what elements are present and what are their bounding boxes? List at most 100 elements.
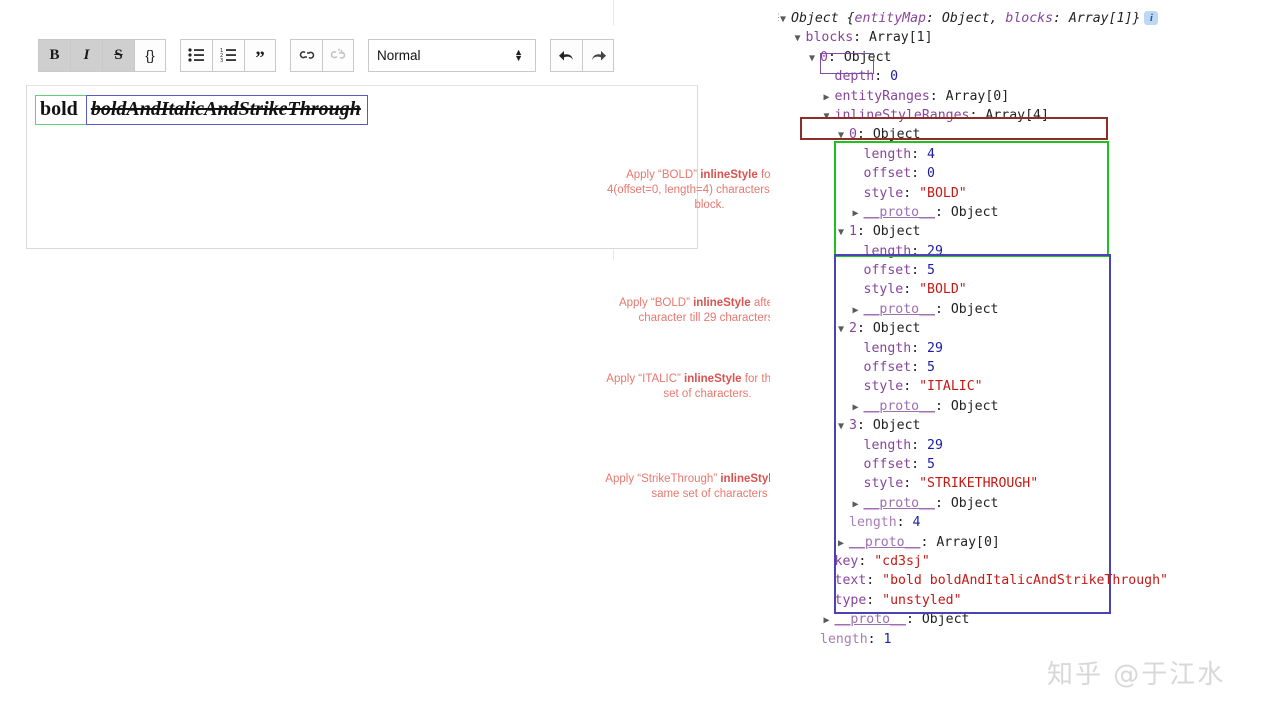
tree-row[interactable]: ▼ 3: Object bbox=[770, 416, 1280, 435]
tree-row[interactable]: ▶ __proto__: Object bbox=[770, 203, 1280, 222]
text-segment-bold: bold bbox=[35, 95, 87, 125]
tree-row[interactable]: length: 1 bbox=[770, 630, 1280, 649]
tree-row[interactable]: ▶ __proto__: Object bbox=[770, 300, 1280, 319]
disclosure-triangle-closed-icon[interactable]: ▶ bbox=[838, 534, 849, 553]
tree-row[interactable]: length: 4 bbox=[770, 513, 1280, 532]
tree-row[interactable]: ▼ 0: Object bbox=[770, 125, 1280, 144]
tree-row-key: style bbox=[863, 282, 904, 298]
tree-row-key: length bbox=[863, 437, 912, 453]
undo-button[interactable] bbox=[550, 38, 582, 72]
redo-button[interactable] bbox=[582, 38, 614, 72]
italic-icon: I bbox=[83, 46, 90, 63]
annotation-emphasis: inlineStyle bbox=[684, 373, 742, 385]
tree-row-key: key bbox=[834, 553, 859, 569]
disclosure-triangle-open-icon[interactable]: ▼ bbox=[838, 126, 849, 145]
tree-row[interactable]: style: "BOLD" bbox=[770, 280, 1280, 299]
strikethrough-button[interactable]: S bbox=[102, 38, 134, 72]
disclosure-triangle-open-icon[interactable]: ▼ bbox=[780, 10, 791, 29]
tree-row-key: length bbox=[863, 243, 912, 259]
tree-row[interactable]: length: 4 bbox=[770, 145, 1280, 164]
tree-row[interactable]: ▶ __proto__: Object bbox=[770, 397, 1280, 416]
tree-row[interactable]: type: "unstyled" bbox=[770, 591, 1280, 610]
tree-row-key: style bbox=[863, 476, 904, 492]
tree-row-key: 3 bbox=[849, 418, 857, 434]
quote-icon: ” bbox=[255, 48, 265, 70]
tree-row-value: 5 bbox=[927, 456, 935, 472]
tree-row[interactable]: ▶ __proto__: Object bbox=[770, 494, 1280, 513]
chevron-updown-icon: ▲ ▼ bbox=[514, 47, 523, 63]
disclosure-triangle-open-icon[interactable]: ▼ bbox=[838, 417, 849, 436]
tree-row-key: __proto__ bbox=[863, 398, 935, 414]
link-broken-icon bbox=[329, 48, 347, 62]
disclosure-triangle-open-icon[interactable]: ▼ bbox=[795, 29, 806, 48]
tree-row[interactable]: depth: 0 bbox=[770, 67, 1280, 86]
disclosure-triangle-open-icon[interactable]: ▼ bbox=[809, 49, 820, 68]
italic-button[interactable]: I bbox=[70, 38, 102, 72]
tree-row[interactable]: text: "bold boldAndItalicAndStrikeThroug… bbox=[770, 571, 1280, 590]
bold-button[interactable]: B bbox=[38, 38, 70, 72]
block-type-select[interactable]: Normal ▲ ▼ bbox=[368, 38, 536, 72]
tree-row[interactable]: ▼ 0: Object bbox=[770, 48, 1280, 67]
tree-row[interactable]: style: "ITALIC" bbox=[770, 377, 1280, 396]
tree-row-value: 4 bbox=[927, 146, 935, 162]
tree-row-key: length bbox=[820, 631, 868, 647]
tree-row[interactable]: offset: 5 bbox=[770, 358, 1280, 377]
tree-row[interactable]: ▶ entityRanges: Array[0] bbox=[770, 87, 1280, 106]
code-braces-icon: {} bbox=[145, 47, 155, 63]
add-link-button[interactable] bbox=[290, 38, 322, 72]
tree-row-value: 5 bbox=[927, 360, 935, 376]
tree-row-value: Array[1] bbox=[869, 30, 933, 46]
tree-row[interactable]: ▼ 2: Object bbox=[770, 319, 1280, 338]
editor-content-area[interactable]: bold boldAndItalicAndStrikeThrough bbox=[27, 87, 697, 248]
code-button[interactable]: {} bbox=[134, 38, 166, 72]
tree-row[interactable]: ▼ 1: Object bbox=[770, 222, 1280, 241]
tree-row[interactable]: style: "STRIKETHROUGH" bbox=[770, 474, 1280, 493]
disclosure-triangle-open-icon[interactable]: ▼ bbox=[838, 223, 849, 242]
list-numbered-icon: 1 2 3 bbox=[220, 48, 237, 62]
tree-row[interactable]: ▼ inlineStyleRanges: Array[4] bbox=[770, 106, 1280, 125]
tree-row[interactable]: offset: 0 bbox=[770, 164, 1280, 183]
tree-row[interactable]: offset: 5 bbox=[770, 455, 1280, 474]
devtools-object-inspector[interactable]: ⋮ ▼ Object {entityMap: Object, blocks: Ar… bbox=[770, 0, 1280, 719]
blockquote-button[interactable]: ” bbox=[244, 38, 276, 72]
disclosure-triangle-closed-icon[interactable]: ▶ bbox=[824, 611, 835, 630]
tree-row-key: inlineStyleRanges bbox=[834, 107, 970, 123]
unordered-list-button[interactable] bbox=[180, 38, 212, 72]
tree-row-key: offset bbox=[863, 263, 912, 279]
tree-row[interactable]: length: 29 bbox=[770, 242, 1280, 261]
annotation-part: Apply “BOLD” bbox=[626, 169, 701, 181]
tree-row[interactable]: length: 29 bbox=[770, 339, 1280, 358]
svg-text:3: 3 bbox=[220, 58, 223, 62]
disclosure-triangle-closed-icon[interactable]: ▶ bbox=[853, 398, 864, 417]
tree-row-value: "bold boldAndItalicAndStrikeThrough" bbox=[882, 573, 1168, 589]
tree-row[interactable]: key: "cd3sj" bbox=[770, 552, 1280, 571]
disclosure-triangle-closed-icon[interactable]: ▶ bbox=[853, 204, 864, 223]
disclosure-triangle-closed-icon[interactable]: ▶ bbox=[824, 88, 835, 107]
info-badge-icon[interactable]: i bbox=[1144, 11, 1159, 25]
tree-row-value: "ITALIC" bbox=[919, 379, 983, 395]
disclosure-triangle-open-icon[interactable]: ▼ bbox=[838, 320, 849, 339]
ordered-list-button[interactable]: 1 2 3 bbox=[212, 38, 244, 72]
editor-text-line: bold boldAndItalicAndStrikeThrough bbox=[35, 95, 368, 125]
tree-row[interactable]: length: 29 bbox=[770, 436, 1280, 455]
tree-row[interactable]: ▶ __proto__: Array[0] bbox=[770, 533, 1280, 552]
disclosure-triangle-closed-icon[interactable]: ▶ bbox=[853, 495, 864, 514]
disclosure-triangle-open-icon[interactable]: ▼ bbox=[824, 107, 835, 126]
tree-row[interactable]: style: "BOLD" bbox=[770, 184, 1280, 203]
tree-row-key: __proto__ bbox=[863, 204, 935, 220]
tree-row[interactable]: ▼ Object {entityMap: Object, blocks: Arra… bbox=[770, 9, 1280, 28]
disclosure-triangle-closed-icon[interactable]: ▶ bbox=[853, 301, 864, 320]
remove-link-button[interactable] bbox=[322, 38, 354, 72]
tree-row[interactable]: ▶ __proto__: Object bbox=[770, 610, 1280, 629]
tree-row-key: length bbox=[863, 340, 912, 356]
tree-row[interactable]: ▼ blocks: Array[1] bbox=[770, 28, 1280, 47]
tree-row[interactable]: offset: 5 bbox=[770, 261, 1280, 280]
